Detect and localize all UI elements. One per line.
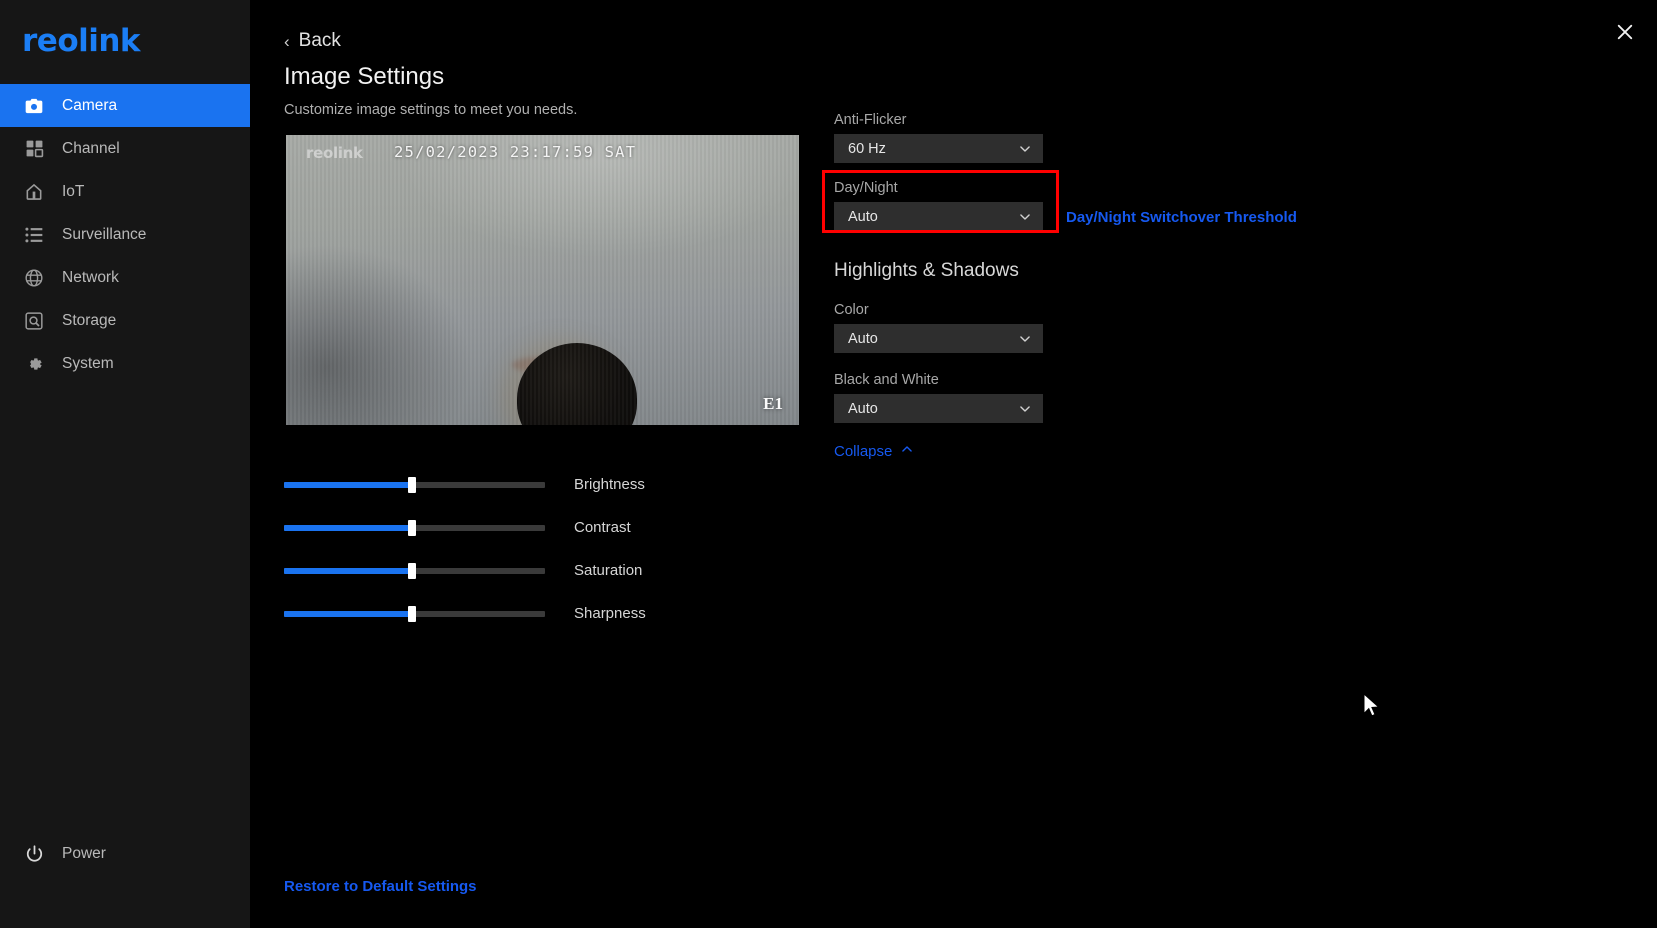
preview-subject-head bbox=[516, 343, 637, 425]
sidebar-item-label: Surveillance bbox=[62, 225, 147, 243]
sidebar: reolink Camera Channel IoT Surveillance … bbox=[0, 0, 250, 928]
sidebar-item-label: Camera bbox=[62, 96, 118, 114]
slider-brightness[interactable]: Brightness bbox=[284, 463, 646, 506]
black-and-white-label: Black and White bbox=[834, 372, 939, 388]
chevron-left-icon: ‹ bbox=[284, 31, 290, 51]
slider-label: Saturation bbox=[574, 562, 643, 579]
slider-knob[interactable] bbox=[407, 519, 416, 536]
sidebar-item-label: System bbox=[62, 354, 114, 372]
sidebar-item-label: Channel bbox=[62, 139, 120, 157]
sidebar-power-label: Power bbox=[62, 845, 106, 862]
black-and-white-select[interactable]: Auto bbox=[834, 394, 1043, 423]
collapse-label: Collapse bbox=[834, 442, 893, 460]
sidebar-item-label: Storage bbox=[62, 311, 117, 329]
close-button[interactable] bbox=[1607, 14, 1643, 50]
chevron-down-icon bbox=[1018, 402, 1032, 416]
slider-knob[interactable] bbox=[407, 605, 416, 622]
color-value: Auto bbox=[848, 330, 878, 347]
camera-preview-image bbox=[286, 135, 799, 425]
field-day-night: Day/Night Auto bbox=[834, 180, 1043, 231]
grid-icon bbox=[22, 137, 46, 161]
camera-icon bbox=[22, 94, 46, 118]
sidebar-item-surveillance[interactable]: Surveillance bbox=[0, 213, 250, 256]
highlights-shadows-section-title: Highlights & Shadows bbox=[834, 260, 1019, 281]
slider-track[interactable] bbox=[284, 562, 545, 579]
preview-timestamp: 25/02/2023 23:17:59 SAT bbox=[394, 143, 637, 161]
sidebar-item-system[interactable]: System bbox=[0, 342, 250, 385]
day-night-label: Day/Night bbox=[834, 180, 898, 196]
sidebar-item-iot[interactable]: IoT bbox=[0, 170, 250, 213]
slider-track[interactable] bbox=[284, 476, 545, 493]
anti-flicker-select[interactable]: 60 Hz bbox=[834, 134, 1043, 163]
sidebar-item-storage[interactable]: Storage bbox=[0, 299, 250, 342]
anti-flicker-value: 60 Hz bbox=[848, 140, 886, 157]
slider-label: Brightness bbox=[574, 476, 645, 493]
globe-icon bbox=[22, 266, 46, 290]
slider-knob[interactable] bbox=[407, 476, 416, 493]
slider-track[interactable] bbox=[284, 605, 545, 622]
brand-name: reolink bbox=[22, 23, 141, 59]
image-sliders: Brightness Contrast Saturation Sharpness bbox=[284, 463, 646, 635]
sidebar-item-channel[interactable]: Channel bbox=[0, 127, 250, 170]
power-icon bbox=[22, 842, 46, 866]
field-anti-flicker: Anti-Flicker 60 Hz bbox=[834, 112, 1043, 163]
slider-fill bbox=[284, 567, 412, 574]
day-night-switchover-threshold-link[interactable]: Day/Night Switchover Threshold bbox=[1066, 209, 1297, 226]
hard-drive-icon bbox=[22, 309, 46, 333]
brand-logo: reolink bbox=[0, 0, 250, 82]
preview-watermark-logo: reolink bbox=[306, 144, 363, 162]
gear-icon bbox=[22, 352, 46, 376]
slider-fill bbox=[284, 481, 412, 488]
black-and-white-value: Auto bbox=[848, 400, 878, 417]
sidebar-item-label: IoT bbox=[62, 182, 85, 200]
collapse-button[interactable]: Collapse bbox=[834, 442, 914, 460]
list-icon bbox=[22, 223, 46, 247]
chevron-down-icon bbox=[1018, 332, 1032, 346]
color-label: Color bbox=[834, 302, 869, 318]
page-title: Image Settings bbox=[284, 63, 445, 90]
slider-fill bbox=[284, 610, 412, 617]
sidebar-nav: Camera Channel IoT Surveillance Network … bbox=[0, 84, 250, 385]
day-night-select[interactable]: Auto bbox=[834, 202, 1043, 231]
image-settings-window: reolink Camera Channel IoT Surveillance … bbox=[0, 0, 1657, 928]
chevron-up-icon bbox=[900, 442, 914, 460]
back-label: Back bbox=[298, 30, 341, 51]
sidebar-item-power[interactable]: Power bbox=[0, 834, 250, 874]
sidebar-item-label: Network bbox=[62, 268, 119, 286]
sidebar-item-network[interactable]: Network bbox=[0, 256, 250, 299]
slider-contrast[interactable]: Contrast bbox=[284, 506, 646, 549]
restore-to-default-settings-link[interactable]: Restore to Default Settings bbox=[284, 878, 477, 895]
slider-track[interactable] bbox=[284, 519, 545, 536]
mouse-cursor bbox=[1363, 692, 1383, 719]
slider-label: Sharpness bbox=[574, 605, 646, 622]
slider-label: Contrast bbox=[574, 519, 631, 536]
field-black-and-white: Black and White Auto bbox=[834, 372, 1043, 423]
camera-preview[interactable]: reolink 25/02/2023 23:17:59 SAT E1 bbox=[284, 135, 801, 425]
color-select[interactable]: Auto bbox=[834, 324, 1043, 353]
slider-knob[interactable] bbox=[407, 562, 416, 579]
back-button[interactable]: ‹ Back bbox=[284, 30, 341, 52]
preview-model-label: E1 bbox=[763, 394, 783, 413]
close-icon bbox=[1617, 24, 1633, 40]
anti-flicker-label: Anti-Flicker bbox=[834, 112, 907, 128]
sidebar-item-camera[interactable]: Camera bbox=[0, 84, 250, 127]
slider-saturation[interactable]: Saturation bbox=[284, 549, 646, 592]
day-night-value: Auto bbox=[848, 208, 878, 225]
home-icon bbox=[22, 180, 46, 204]
slider-fill bbox=[284, 524, 412, 531]
chevron-down-icon bbox=[1018, 142, 1032, 156]
main-content: ‹ Back Image Settings Customize image se… bbox=[250, 0, 1657, 928]
slider-sharpness[interactable]: Sharpness bbox=[284, 592, 646, 635]
field-color: Color Auto bbox=[834, 302, 1043, 353]
page-subtitle: Customize image settings to meet you nee… bbox=[284, 102, 578, 118]
chevron-down-icon bbox=[1018, 210, 1032, 224]
